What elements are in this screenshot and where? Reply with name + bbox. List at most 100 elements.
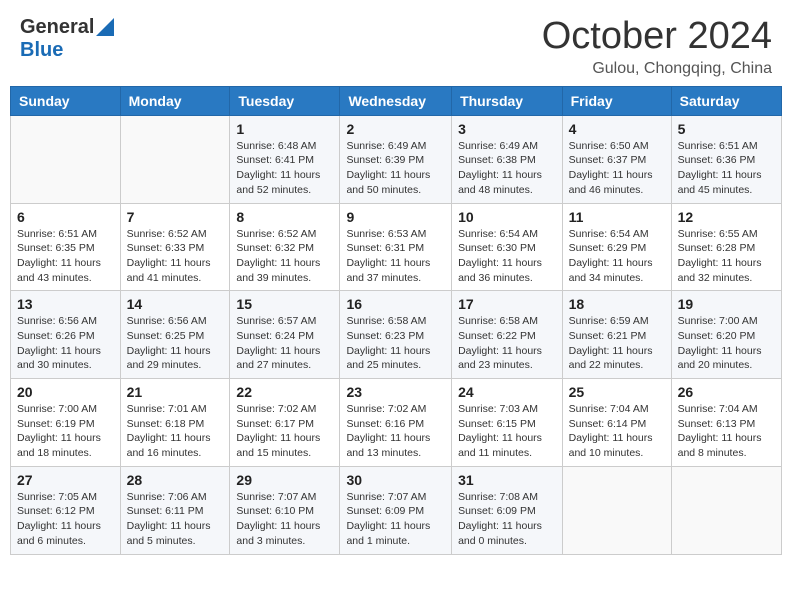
calendar-day-cell: 19Sunrise: 7:00 AMSunset: 6:20 PMDayligh… xyxy=(671,291,781,379)
day-number: 1 xyxy=(236,121,333,137)
day-number: 28 xyxy=(127,472,224,488)
day-info: Sunrise: 6:52 AMSunset: 6:32 PMDaylight:… xyxy=(236,227,333,286)
logo-general-text: General xyxy=(20,16,94,39)
day-info: Sunrise: 7:08 AMSunset: 6:09 PMDaylight:… xyxy=(458,490,556,549)
day-number: 2 xyxy=(346,121,445,137)
calendar-day-cell: 13 Sunrise: 6:56 AMSunset: 6:26 PMDayligh… xyxy=(11,291,121,379)
day-number: 10 xyxy=(458,209,556,225)
day-info: Sunrise: 6:49 AMSunset: 6:39 PMDaylight:… xyxy=(346,139,445,198)
day-number: 14 xyxy=(127,296,224,312)
day-info: Sunrise: 7:07 AMSunset: 6:10 PMDaylight:… xyxy=(236,490,333,549)
day-info: Sunrise: 6:56 AMSunset: 6:26 PMDaylight:… xyxy=(17,314,114,373)
calendar-day-cell xyxy=(671,466,781,554)
day-number: 23 xyxy=(346,384,445,400)
day-info: Sunrise: 6:53 AMSunset: 6:31 PMDaylight:… xyxy=(346,227,445,286)
calendar-day-cell: 25Sunrise: 7:04 AMSunset: 6:14 PMDayligh… xyxy=(562,379,671,467)
calendar-day-cell: 1 Sunrise: 6:48 AMSunset: 6:41 PMDaylight… xyxy=(230,115,340,203)
day-number: 29 xyxy=(236,472,333,488)
day-number: 11 xyxy=(569,209,665,225)
day-number: 4 xyxy=(569,121,665,137)
day-info: Sunrise: 7:00 AMSunset: 6:19 PMDaylight:… xyxy=(17,402,114,461)
day-info: Sunrise: 7:04 AMSunset: 6:13 PMDaylight:… xyxy=(678,402,775,461)
calendar-day-cell: 8Sunrise: 6:52 AMSunset: 6:32 PMDaylight… xyxy=(230,203,340,291)
day-number: 31 xyxy=(458,472,556,488)
location: Gulou, Chongqing, China xyxy=(542,60,772,78)
day-info: Sunrise: 6:48 AMSunset: 6:41 PMDaylight:… xyxy=(236,139,333,198)
day-info: Sunrise: 7:05 AMSunset: 6:12 PMDaylight:… xyxy=(17,490,114,549)
calendar-day-cell: 31 Sunrise: 7:08 AMSunset: 6:09 PMDayligh… xyxy=(452,466,563,554)
calendar-day-cell: 17Sunrise: 6:58 AMSunset: 6:22 PMDayligh… xyxy=(452,291,563,379)
logo-triangle-icon xyxy=(96,18,114,36)
header-tuesday: Tuesday xyxy=(230,86,340,115)
calendar-day-cell: 24 Sunrise: 7:03 AMSunset: 6:15 PMDayligh… xyxy=(452,379,563,467)
title-block: October 2024 Gulou, Chongqing, China xyxy=(542,16,772,78)
calendar-week-row: 6Sunrise: 6:51 AMSunset: 6:35 PMDaylight… xyxy=(11,203,782,291)
calendar-day-cell: 16 Sunrise: 6:58 AMSunset: 6:23 PMDayligh… xyxy=(340,291,452,379)
day-info: Sunrise: 6:58 AMSunset: 6:23 PMDaylight:… xyxy=(346,314,445,373)
day-info: Sunrise: 7:02 AMSunset: 6:16 PMDaylight:… xyxy=(346,402,445,461)
day-number: 20 xyxy=(17,384,114,400)
calendar-day-cell: 9 Sunrise: 6:53 AMSunset: 6:31 PMDaylight… xyxy=(340,203,452,291)
calendar-day-cell: 2 Sunrise: 6:49 AMSunset: 6:39 PMDaylight… xyxy=(340,115,452,203)
calendar-week-row: 13 Sunrise: 6:56 AMSunset: 6:26 PMDayligh… xyxy=(11,291,782,379)
day-number: 16 xyxy=(346,296,445,312)
header-sunday: Sunday xyxy=(11,86,121,115)
day-info: Sunrise: 6:54 AMSunset: 6:29 PMDaylight:… xyxy=(569,227,665,286)
day-number: 12 xyxy=(678,209,775,225)
day-info: Sunrise: 6:59 AMSunset: 6:21 PMDaylight:… xyxy=(569,314,665,373)
day-number: 5 xyxy=(678,121,775,137)
calendar-day-cell xyxy=(120,115,230,203)
calendar-day-cell: 23 Sunrise: 7:02 AMSunset: 6:16 PMDayligh… xyxy=(340,379,452,467)
day-number: 30 xyxy=(346,472,445,488)
calendar-table: Sunday Monday Tuesday Wednesday Thursday… xyxy=(10,86,782,555)
day-info: Sunrise: 7:02 AMSunset: 6:17 PMDaylight:… xyxy=(236,402,333,461)
day-number: 22 xyxy=(236,384,333,400)
day-info: Sunrise: 6:51 AMSunset: 6:35 PMDaylight:… xyxy=(17,227,114,286)
header: General Blue October 2024 Gulou, Chongqi… xyxy=(0,0,792,86)
day-info: Sunrise: 7:00 AMSunset: 6:20 PMDaylight:… xyxy=(678,314,775,373)
logo: General Blue xyxy=(20,16,114,62)
day-info: Sunrise: 6:51 AMSunset: 6:36 PMDaylight:… xyxy=(678,139,775,198)
day-info: Sunrise: 6:49 AMSunset: 6:38 PMDaylight:… xyxy=(458,139,556,198)
calendar-day-cell: 22 Sunrise: 7:02 AMSunset: 6:17 PMDayligh… xyxy=(230,379,340,467)
calendar-day-cell: 21Sunrise: 7:01 AMSunset: 6:18 PMDayligh… xyxy=(120,379,230,467)
day-info: Sunrise: 6:55 AMSunset: 6:28 PMDaylight:… xyxy=(678,227,775,286)
calendar-day-cell: 14 Sunrise: 6:56 AMSunset: 6:25 PMDayligh… xyxy=(120,291,230,379)
calendar-week-row: 1 Sunrise: 6:48 AMSunset: 6:41 PMDaylight… xyxy=(11,115,782,203)
day-number: 3 xyxy=(458,121,556,137)
calendar-container: Sunday Monday Tuesday Wednesday Thursday… xyxy=(0,86,792,565)
calendar-day-cell: 10 Sunrise: 6:54 AMSunset: 6:30 PMDayligh… xyxy=(452,203,563,291)
day-info: Sunrise: 6:50 AMSunset: 6:37 PMDaylight:… xyxy=(569,139,665,198)
day-info: Sunrise: 6:52 AMSunset: 6:33 PMDaylight:… xyxy=(127,227,224,286)
calendar-day-cell: 6Sunrise: 6:51 AMSunset: 6:35 PMDaylight… xyxy=(11,203,121,291)
day-number: 9 xyxy=(346,209,445,225)
calendar-day-cell: 29 Sunrise: 7:07 AMSunset: 6:10 PMDayligh… xyxy=(230,466,340,554)
calendar-day-cell: 3 Sunrise: 6:49 AMSunset: 6:38 PMDaylight… xyxy=(452,115,563,203)
day-number: 24 xyxy=(458,384,556,400)
calendar-day-cell: 18 Sunrise: 6:59 AMSunset: 6:21 PMDayligh… xyxy=(562,291,671,379)
calendar-day-cell xyxy=(11,115,121,203)
day-info: Sunrise: 6:58 AMSunset: 6:22 PMDaylight:… xyxy=(458,314,556,373)
day-number: 15 xyxy=(236,296,333,312)
calendar-day-cell: 20 Sunrise: 7:00 AMSunset: 6:19 PMDayligh… xyxy=(11,379,121,467)
day-number: 27 xyxy=(17,472,114,488)
day-info: Sunrise: 6:56 AMSunset: 6:25 PMDaylight:… xyxy=(127,314,224,373)
day-info: Sunrise: 7:04 AMSunset: 6:14 PMDaylight:… xyxy=(569,402,665,461)
calendar-day-cell: 5 Sunrise: 6:51 AMSunset: 6:36 PMDaylight… xyxy=(671,115,781,203)
calendar-day-cell: 4 Sunrise: 6:50 AMSunset: 6:37 PMDaylight… xyxy=(562,115,671,203)
day-number: 18 xyxy=(569,296,665,312)
calendar-day-cell: 27 Sunrise: 7:05 AMSunset: 6:12 PMDayligh… xyxy=(11,466,121,554)
day-number: 26 xyxy=(678,384,775,400)
header-thursday: Thursday xyxy=(452,86,563,115)
calendar-day-cell: 7Sunrise: 6:52 AMSunset: 6:33 PMDaylight… xyxy=(120,203,230,291)
logo-blue-text: Blue xyxy=(20,39,63,61)
day-info: Sunrise: 7:03 AMSunset: 6:15 PMDaylight:… xyxy=(458,402,556,461)
day-info: Sunrise: 7:06 AMSunset: 6:11 PMDaylight:… xyxy=(127,490,224,549)
calendar-week-row: 20 Sunrise: 7:00 AMSunset: 6:19 PMDayligh… xyxy=(11,379,782,467)
header-monday: Monday xyxy=(120,86,230,115)
day-number: 13 xyxy=(17,296,114,312)
page-container: General Blue October 2024 Gulou, Chongqi… xyxy=(0,0,792,565)
header-wednesday: Wednesday xyxy=(340,86,452,115)
day-info: Sunrise: 6:54 AMSunset: 6:30 PMDaylight:… xyxy=(458,227,556,286)
day-info: Sunrise: 7:07 AMSunset: 6:09 PMDaylight:… xyxy=(346,490,445,549)
